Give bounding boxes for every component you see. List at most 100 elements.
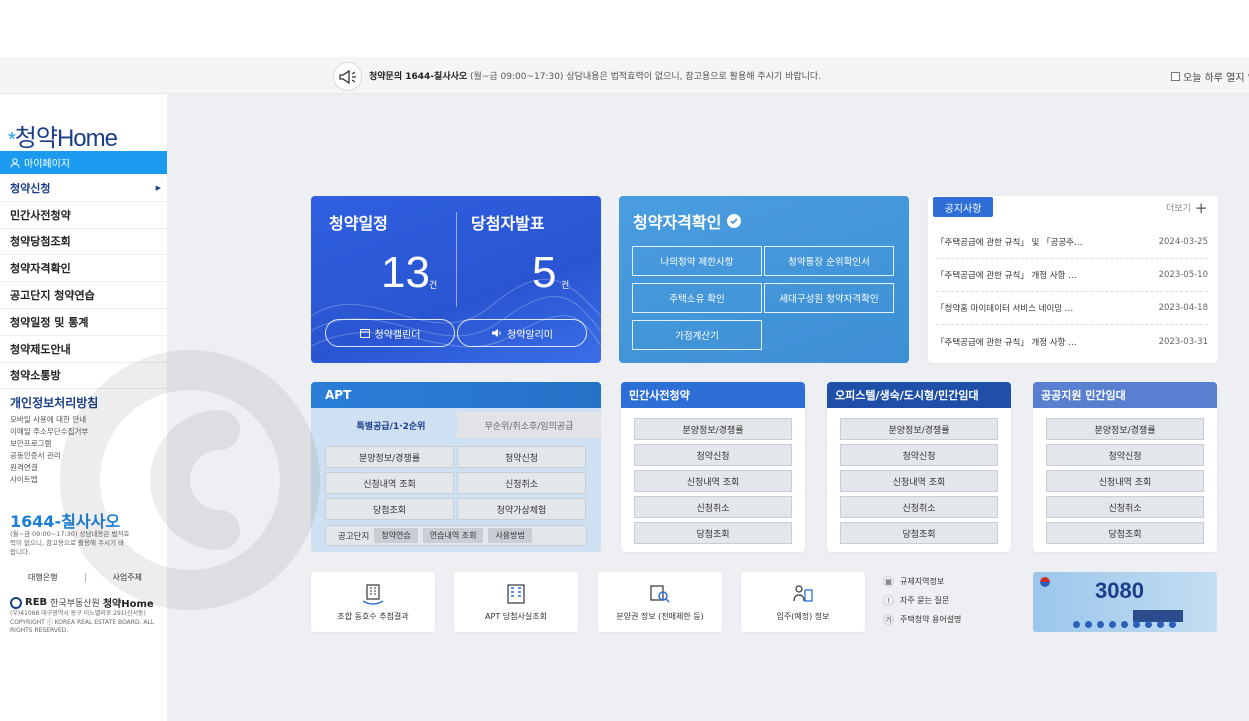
sidebar-item-schedule-stats[interactable]: 청약일정 및 통계	[0, 309, 167, 336]
apt-history-button[interactable]: 신청내역 조회	[325, 472, 454, 494]
apt-apply-button[interactable]: 청약신청	[457, 446, 586, 468]
apt-info-button[interactable]: 분양정보/경쟁률	[325, 446, 454, 468]
list-item[interactable]: 「주택공급에 관한 규칙」 개정 사항 … 2023-05-10	[936, 259, 1208, 292]
practice-button[interactable]: 청약연습	[374, 528, 418, 543]
sidebar-item-system-guide[interactable]: 청약제도안내	[0, 336, 167, 363]
site-logo[interactable]: *청약Home	[8, 118, 118, 153]
practice-history-button[interactable]: 연습내역 조회	[422, 528, 484, 543]
footer-link[interactable]: 모바일 사용에 대한 안내	[10, 414, 88, 426]
sidebar-item-community[interactable]: 청약소통방	[0, 363, 167, 390]
mypage-button[interactable]: 마이페이지	[0, 151, 167, 174]
list-item[interactable]: 「주택공급에 관한 규칙」 및 「공공주… 2024-03-25	[936, 226, 1208, 259]
notice-date: 2023-03-31	[1158, 336, 1208, 347]
panel-history-button[interactable]: 신청내역 조회	[840, 470, 998, 492]
sidebar-item-subscription[interactable]: 청약신청 ▶	[0, 175, 167, 202]
dot-icon[interactable]	[1133, 621, 1140, 628]
schedule-title[interactable]: 청약일정	[329, 210, 388, 234]
footer-link[interactable]: 사이트맵	[10, 474, 88, 486]
glossary-link[interactable]: 가 주택청약 용어설명	[883, 610, 1013, 629]
dot-icon[interactable]	[1109, 621, 1116, 628]
today-close-checkbox[interactable]: 오늘 하루 열지 않	[1171, 69, 1249, 84]
sidebar-item-private-pre[interactable]: 민간사전청약	[0, 202, 167, 229]
panel-win-button[interactable]: 당첨조회	[1046, 522, 1204, 544]
household-qualification-button[interactable]: 세대구성원 청약자격확인	[764, 283, 894, 313]
quick-move-in-info[interactable]: 입주(예정) 정보	[741, 572, 865, 632]
footer-links: 모바일 사용에 대한 안내 이메일 주소무단수집거부 보안프로그램 공동인증서 …	[10, 414, 88, 486]
dot-icon[interactable]	[1169, 621, 1176, 628]
notice-tab[interactable]: 공지사항	[933, 197, 993, 217]
panel-cancel-button[interactable]: 신청취소	[1046, 496, 1204, 518]
notice-date: 2023-05-10	[1158, 270, 1208, 280]
sidebar-item-qualification[interactable]: 청약자격확인	[0, 255, 167, 283]
business-link[interactable]: 사업주체	[113, 572, 142, 583]
quick-presale-info[interactable]: 분양권 정보 (전매제한 등)	[598, 572, 722, 632]
schedule-count[interactable]: 13	[381, 248, 430, 298]
faq-link[interactable]: ! 자주 묻는 질문	[883, 591, 1013, 610]
quick-apt-win[interactable]: APT 당첨사실조회	[454, 572, 578, 632]
officetel-panel: 오피스텔/생숙/도시형/민간임대 분양정보/경쟁률 청약신청 신청내역 조회 신…	[827, 382, 1011, 552]
footer-link[interactable]: 공동인증서 관리	[10, 450, 88, 462]
apt-cancel-button[interactable]: 신청취소	[457, 472, 586, 494]
regulated-area-link[interactable]: ▦ 규제지역정보	[883, 572, 1013, 591]
panel-win-button[interactable]: 당첨조회	[840, 522, 998, 544]
bank-links: 대행은행 사업주체	[10, 572, 160, 583]
footer-link[interactable]: 보안프로그램	[10, 438, 88, 450]
my-restrictions-button[interactable]: 나의청약 제한사항	[632, 246, 762, 276]
apt-win-button[interactable]: 당첨조회	[325, 498, 454, 520]
bank-link[interactable]: 대행은행	[28, 572, 57, 583]
winner-count[interactable]: 5	[532, 248, 556, 298]
calendar-button[interactable]: 청약캘린더	[325, 319, 455, 347]
score-calculator-button[interactable]: 가점계산기	[632, 320, 762, 350]
person-icon	[10, 157, 20, 168]
person-building-icon	[793, 584, 813, 602]
sidebar-menu: 청약신청 ▶ 민간사전청약 청약당첨조회 청약자격확인 공고단지 청약연습 청약일…	[0, 175, 167, 390]
dot-icon[interactable]	[1145, 621, 1152, 628]
tab-special-supply[interactable]: 특별공급/1·2순위	[325, 412, 457, 438]
tab-no-rank[interactable]: 무순위/취소후/임의공급	[457, 412, 601, 438]
dot-icon[interactable]	[1157, 621, 1164, 628]
practice-howto-button[interactable]: 사용방법	[488, 528, 532, 543]
list-item[interactable]: 「청약홈 마이데이터 서비스 네이밍 … 2023-04-18	[936, 292, 1208, 325]
sidebar-item-practice[interactable]: 공고단지 청약연습	[0, 282, 167, 309]
panel-apply-button[interactable]: 청약신청	[634, 444, 792, 466]
notice-title: 「주택공급에 관한 규칙」 개정 사항 …	[936, 337, 1077, 348]
banner-pagination[interactable]	[1073, 621, 1176, 628]
notice-more-button[interactable]: 더보기 +	[1166, 200, 1207, 215]
checkbox-icon[interactable]	[1171, 72, 1180, 81]
panel-history-button[interactable]: 신청내역 조회	[634, 470, 792, 492]
dot-icon[interactable]	[1073, 621, 1080, 628]
schedule-unit: 건	[429, 281, 438, 291]
promo-banner[interactable]: 3080	[1033, 572, 1217, 632]
practice-label: 공고단지	[338, 531, 370, 542]
privacy-policy-link[interactable]: 개인정보처리방침	[10, 394, 98, 411]
logo-star: *	[8, 129, 16, 151]
notice-more-label: 더보기	[1166, 204, 1191, 214]
list-item[interactable]: 「주택공급에 관한 규칙」 개정 사항 … 2023-03-31	[936, 325, 1208, 358]
home-ownership-button[interactable]: 주택소유 확인	[632, 283, 762, 313]
panel-cancel-button[interactable]: 신청취소	[840, 496, 998, 518]
sidebar-item-win-check[interactable]: 청약당첨조회	[0, 229, 167, 256]
panel-win-button[interactable]: 당첨조회	[634, 522, 792, 544]
dot-icon[interactable]	[1085, 621, 1092, 628]
qualification-card: 청약자격확인 나의청약 제한사항 청약통장 순위확인서 주택소유 확인 세대구성…	[619, 196, 909, 363]
footer-link[interactable]: 이메일 주소무단수집거부	[10, 426, 88, 438]
panel-cancel-button[interactable]: 신청취소	[634, 496, 792, 518]
apartment-lottery-icon	[362, 583, 384, 605]
footer-link[interactable]: 원격연결	[10, 462, 88, 474]
sidebar-item-label: 민간사전청약	[10, 208, 71, 222]
panel-info-button[interactable]: 분양정보/경쟁률	[634, 418, 792, 440]
panel-apply-button[interactable]: 청약신청	[840, 444, 998, 466]
apt-simulation-button[interactable]: 청약가상체험	[457, 498, 586, 520]
notice-title: 「청약홈 마이데이터 서비스 네이밍 …	[936, 304, 1074, 314]
dot-icon[interactable]	[1121, 621, 1128, 628]
panel-info-button[interactable]: 분양정보/경쟁률	[1046, 418, 1204, 440]
panel-history-button[interactable]: 신청내역 조회	[1046, 470, 1204, 492]
notice-title: 「주택공급에 관한 규칙」 및 「공공주…	[936, 238, 1083, 248]
quick-lottery-result[interactable]: 조합 동호수 추첨결과	[311, 572, 435, 632]
panel-info-button[interactable]: 분양정보/경쟁률	[840, 418, 998, 440]
panel-apply-button[interactable]: 청약신청	[1046, 444, 1204, 466]
winner-title[interactable]: 당첨자발표	[471, 210, 545, 234]
account-rank-button[interactable]: 청약통장 순위확인서	[764, 246, 894, 276]
alarm-button[interactable]: 청약알리미	[457, 319, 587, 347]
dot-icon[interactable]	[1097, 621, 1104, 628]
